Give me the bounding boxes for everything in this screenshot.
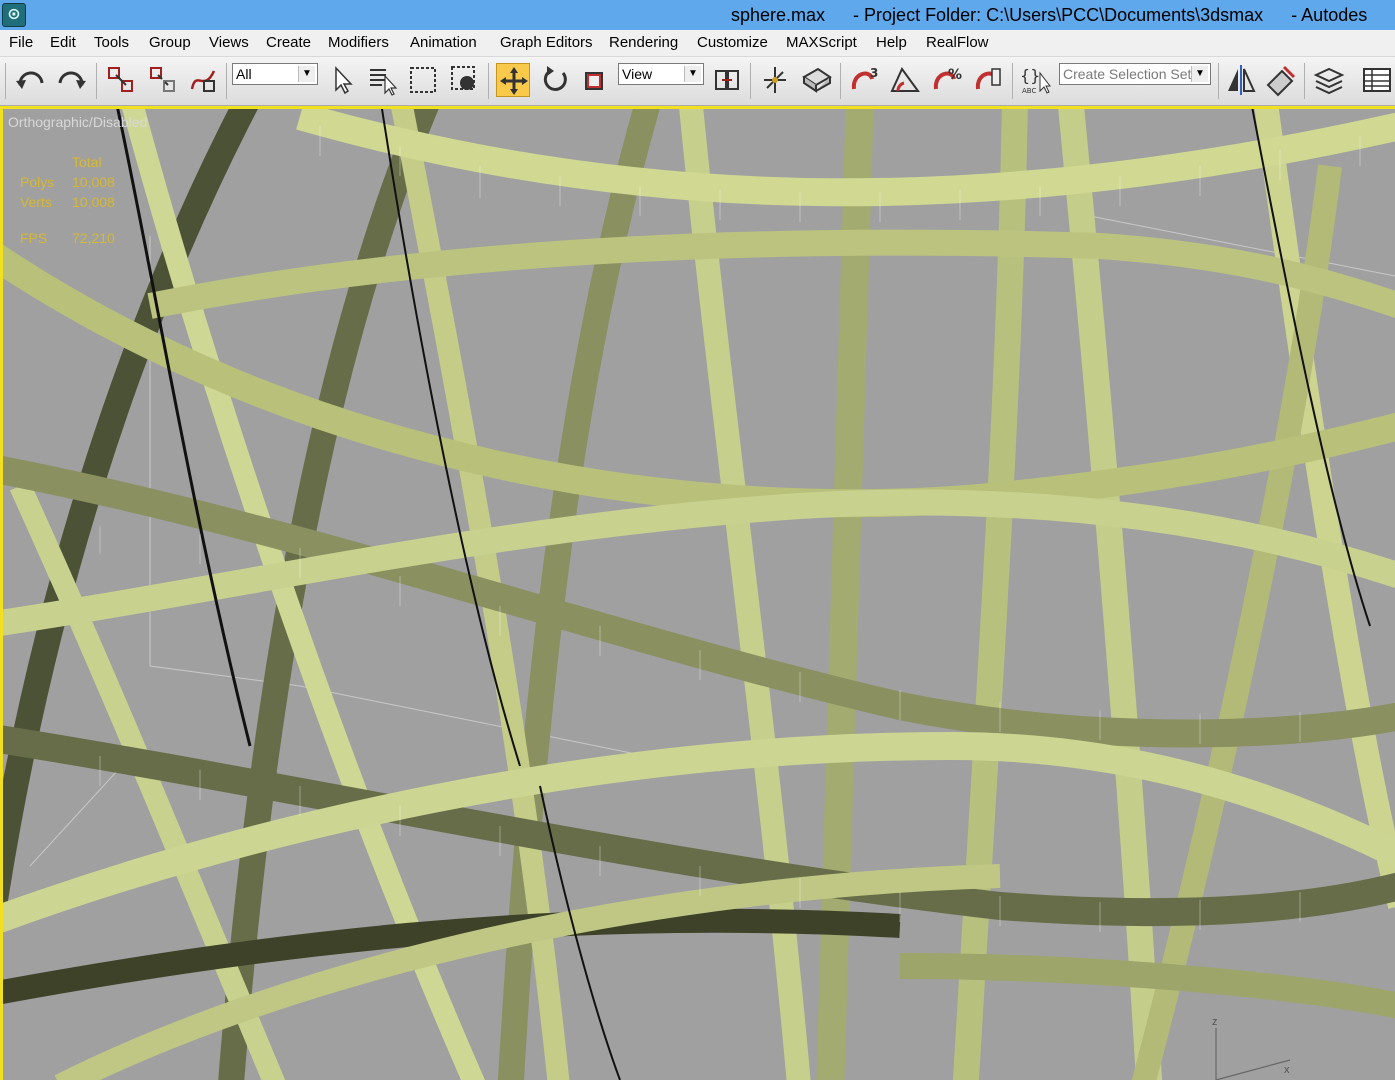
select-object-icon[interactable]	[326, 63, 360, 97]
select-and-rotate-icon[interactable]	[538, 63, 572, 97]
svg-text:ABC: ABC	[1022, 87, 1036, 95]
main-toolbar: All ▼ View ▼ 3 % {} ABC Create Selection…	[0, 57, 1395, 106]
project-folder: - Project Folder: C:\Users\PCC\Documents…	[853, 5, 1264, 25]
keyboard-shortcut-override-icon[interactable]	[800, 63, 834, 97]
reference-coordinate-dropdown[interactable]: View ▼	[618, 63, 704, 85]
menu-modifiers[interactable]: Modifiers	[328, 34, 389, 51]
stats-verts-value: 10,008	[72, 194, 115, 210]
select-by-name-icon[interactable]	[366, 63, 400, 97]
named-selection-set-dropdown[interactable]: Create Selection Set ▼	[1059, 63, 1211, 85]
undo-icon[interactable]	[14, 63, 48, 97]
perspective-viewport[interactable]: Orthographic/Disabled Total Polys 10,008 …	[0, 106, 1395, 1080]
svg-text:3: 3	[870, 66, 878, 80]
snaps-toggle-icon[interactable]: 3	[848, 63, 882, 97]
layer-manager-icon[interactable]	[1312, 63, 1346, 97]
select-and-scale-icon[interactable]	[578, 63, 612, 97]
toolbar-grip	[5, 63, 6, 99]
rectangular-selection-region-icon[interactable]	[406, 63, 440, 97]
menu-bar: File Edit Tools Group Views Create Modif…	[0, 30, 1395, 57]
menu-rendering[interactable]: Rendering	[609, 34, 678, 51]
menu-animation[interactable]: Animation	[410, 34, 477, 51]
scene-explorer-icon[interactable]	[1360, 63, 1394, 97]
select-and-link-icon[interactable]	[104, 63, 138, 97]
window-crossing-icon[interactable]	[448, 63, 482, 97]
reference-coordinate-value: View	[622, 66, 653, 82]
stats-polys-value: 10,008	[72, 174, 115, 190]
align-icon[interactable]	[1264, 63, 1298, 97]
menu-tools[interactable]: Tools	[94, 34, 129, 51]
menu-customize[interactable]: Customize	[697, 34, 768, 51]
stats-fps-label: FPS	[20, 230, 48, 246]
menu-realflow[interactable]: RealFlow	[926, 34, 989, 51]
axis-z-label: z	[1212, 1016, 1218, 1028]
svg-text:{}: {}	[1020, 66, 1040, 85]
redo-icon[interactable]	[54, 63, 88, 97]
app-icon[interactable]: ⊙	[2, 3, 26, 27]
viewport-statistics: Total Polys 10,008 Verts 10,008 FPS 72,210	[20, 154, 115, 250]
app-name: - Autodes	[1291, 5, 1368, 25]
edit-named-selection-sets-icon[interactable]: {} ABC	[1018, 63, 1052, 97]
unlink-selection-icon[interactable]	[146, 63, 180, 97]
title-bar: ⊙ sphere.max - Project Folder: C:\Users\P…	[0, 0, 1395, 30]
axis-tripod-icon: z x	[1180, 1016, 1320, 1080]
selection-filter-dropdown[interactable]: All ▼	[232, 63, 318, 85]
menu-create[interactable]: Create	[266, 34, 311, 51]
spinner-snap-toggle-icon[interactable]	[972, 63, 1006, 97]
axis-x-label: x	[1284, 1064, 1290, 1076]
chevron-down-icon: ▼	[298, 66, 315, 82]
menu-views[interactable]: Views	[209, 34, 249, 51]
menu-group[interactable]: Group	[149, 34, 191, 51]
mirror-icon[interactable]	[1224, 63, 1258, 97]
select-and-move-icon[interactable]	[496, 63, 530, 97]
bind-to-space-warp-icon[interactable]	[186, 63, 220, 97]
stats-polys-label: Polys	[20, 174, 55, 190]
chevron-down-icon: ▼	[684, 66, 701, 82]
percent-snap-toggle-icon[interactable]: %	[930, 63, 964, 97]
menu-edit[interactable]: Edit	[50, 34, 76, 51]
stats-fps-value: 72,210	[72, 230, 115, 246]
use-pivot-point-center-icon[interactable]	[710, 63, 744, 97]
svg-text:%: %	[948, 67, 962, 83]
select-and-manipulate-icon[interactable]	[758, 63, 792, 97]
sphere-wireframe-render	[0, 106, 1395, 1080]
file-name: sphere.max	[731, 5, 826, 25]
menu-file[interactable]: File	[9, 34, 33, 51]
menu-help[interactable]: Help	[876, 34, 907, 51]
angle-snap-toggle-icon[interactable]	[888, 63, 922, 97]
stats-header: Total	[72, 154, 102, 170]
named-selection-set-placeholder: Create Selection Set	[1063, 66, 1192, 82]
stats-verts-label: Verts	[20, 194, 52, 210]
window-title: sphere.max - Project Folder: C:\Users\PCC…	[731, 5, 1367, 26]
selection-filter-value: All	[236, 66, 252, 82]
menu-maxscript[interactable]: MAXScript	[786, 34, 857, 51]
menu-graph-editors[interactable]: Graph Editors	[500, 34, 593, 51]
viewport-label[interactable]: Orthographic/Disabled	[8, 114, 147, 130]
chevron-down-icon: ▼	[1191, 66, 1208, 82]
